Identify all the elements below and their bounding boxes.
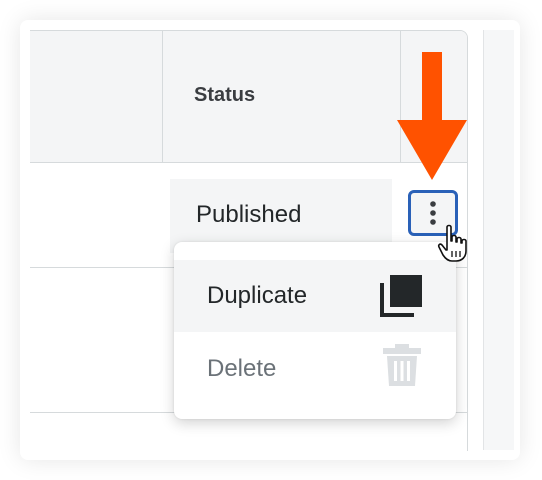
- arrow-down-icon: [397, 52, 467, 180]
- kebab-icon: [430, 201, 436, 225]
- menu-item-label: Duplicate: [207, 282, 308, 309]
- menu-item-duplicate[interactable]: Duplicate: [174, 260, 456, 332]
- row-actions-menu: Duplicate Delete: [174, 242, 456, 419]
- menu-item-delete[interactable]: Delete: [174, 333, 456, 405]
- menu-item-label: Delete: [207, 355, 277, 382]
- trash-icon: [383, 344, 421, 386]
- column-divider: [162, 31, 163, 162]
- status-value: Published: [196, 201, 302, 228]
- hand-cursor-icon: [437, 224, 467, 262]
- scrollbar-track[interactable]: [483, 30, 514, 450]
- duplicate-icon: [380, 275, 422, 317]
- status-column-header[interactable]: Status: [194, 84, 255, 107]
